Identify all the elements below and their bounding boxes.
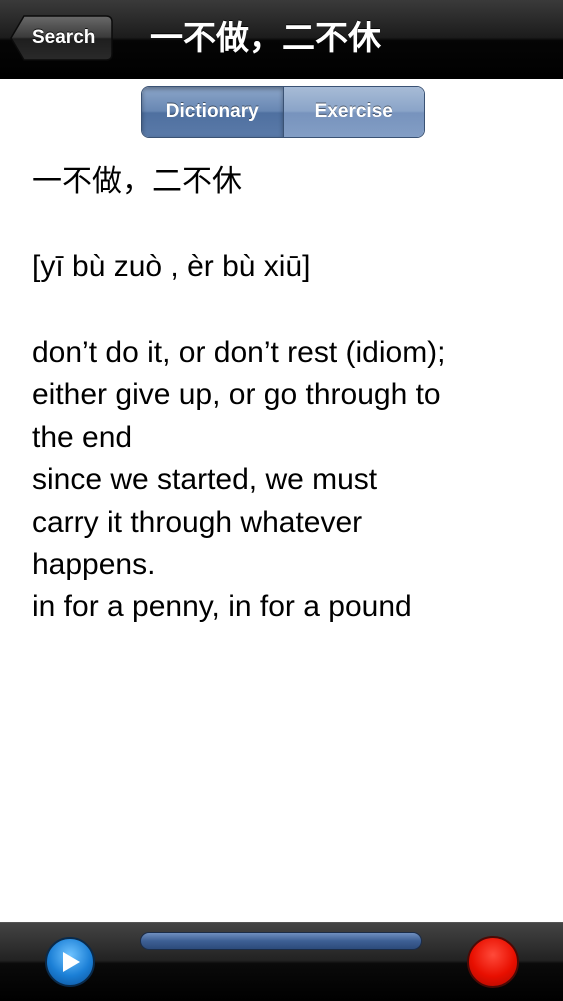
page-title: 一不做，二不休 — [150, 18, 381, 57]
definition-line: in for a penny, in for a pound — [32, 590, 412, 624]
back-button-label: Search — [32, 27, 96, 48]
navigation-bar: Search 一不做，二不休 — [0, 0, 563, 79]
entry-headword: 一不做，二不休 — [32, 164, 242, 199]
definition-line: don’t do it, or don’t rest (idiom); — [32, 336, 446, 369]
definition-line: carry it through whatever — [32, 505, 363, 539]
audio-toolbar — [0, 922, 563, 1001]
entry-pinyin: [yī bù zuò , èr bù xiū] — [32, 250, 311, 283]
dictionary-entry: 一不做，二不休 [yī bù zuò , èr bù xiū] don’t do… — [32, 160, 542, 629]
definition-line: the end — [32, 420, 133, 454]
record-button[interactable] — [467, 936, 519, 988]
tab-dictionary[interactable]: Dictionary — [142, 87, 283, 137]
audio-progress-bar[interactable] — [140, 932, 422, 950]
definition-line: since we started, we must — [32, 463, 378, 497]
entry-definition: don’t do it, or don’t rest (idiom); eith… — [32, 332, 542, 629]
back-search-button[interactable]: Search — [10, 14, 114, 62]
segmented-control: Dictionary Exercise — [141, 86, 425, 138]
definition-line: happens. — [32, 548, 156, 582]
play-button[interactable] — [45, 937, 95, 987]
definition-line: either give up, or go through to — [32, 378, 441, 412]
play-icon — [63, 952, 80, 972]
tab-exercise[interactable]: Exercise — [282, 87, 424, 137]
